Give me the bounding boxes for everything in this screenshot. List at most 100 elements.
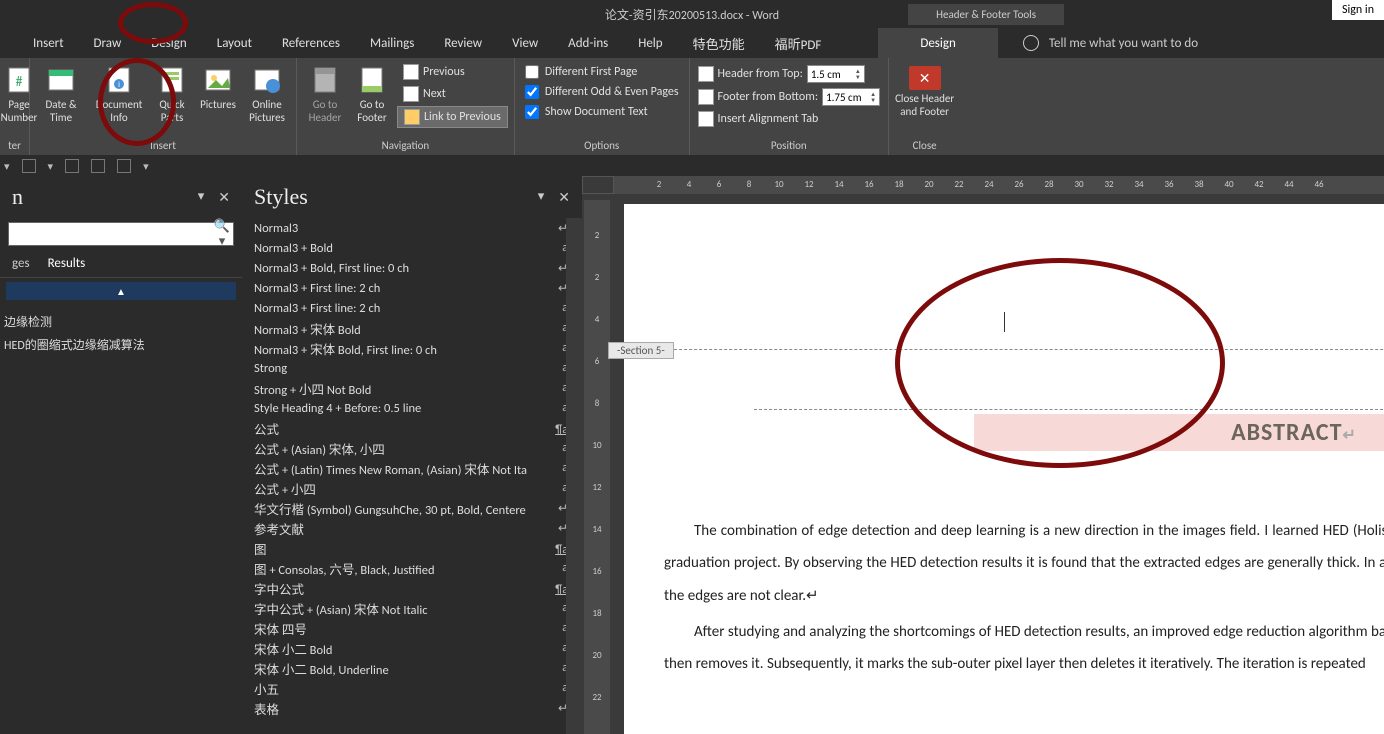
goto-footer-icon bbox=[356, 64, 388, 96]
svg-text:#: # bbox=[16, 73, 23, 90]
footer-from-bottom-label: Footer from Bottom: bbox=[718, 90, 819, 104]
goto-header-button[interactable]: Go to Header bbox=[303, 62, 347, 126]
header-area[interactable]: -Section 5- bbox=[624, 204, 1384, 354]
tab-draw[interactable]: Draw bbox=[79, 28, 137, 58]
nav-tab-pages[interactable]: ges bbox=[12, 256, 30, 271]
previous-button[interactable]: Previous bbox=[397, 62, 508, 82]
tab-mailings[interactable]: Mailings bbox=[355, 28, 429, 58]
previous-icon bbox=[403, 64, 419, 80]
body-paragraph[interactable]: The combination of edge detection and de… bbox=[664, 515, 1384, 612]
tab-layout[interactable]: Layout bbox=[202, 28, 267, 58]
tab-insert[interactable]: Insert bbox=[18, 28, 79, 58]
calendar-icon bbox=[45, 64, 77, 96]
style-item[interactable]: 字中公式¶a bbox=[242, 578, 582, 598]
style-item[interactable]: 图 + Consolas, 六号, Black, Justifieda bbox=[242, 558, 582, 578]
pictures-icon bbox=[202, 64, 234, 96]
quick-parts-button[interactable]: Quick Parts bbox=[152, 62, 192, 126]
styles-pane: Styles ▾✕ Normal3↵Normal3 + BoldaNormal3… bbox=[242, 176, 582, 734]
tab-help[interactable]: Help bbox=[623, 28, 677, 58]
style-item[interactable]: 表格↵ bbox=[242, 698, 582, 718]
tab-foxit-pdf[interactable]: 福昕PDF bbox=[760, 28, 837, 58]
next-button[interactable]: Next bbox=[397, 84, 508, 104]
header-from-top-input[interactable]: 1.5 cm▲▼ bbox=[807, 65, 865, 83]
document-info-icon: i bbox=[103, 64, 135, 96]
nav-heading-item[interactable]: HED的圈缩式边缘缩减算法 bbox=[4, 333, 238, 356]
abstract-heading[interactable]: ABSTRACT bbox=[1231, 418, 1342, 447]
horizontal-ruler[interactable]: 2468101214161820222426283032343638404244… bbox=[614, 176, 1384, 194]
date-time-button[interactable]: Date & Time bbox=[36, 62, 86, 126]
document-area[interactable]: 2468101214161820222426283032343638404244… bbox=[582, 176, 1384, 734]
styles-scrollbar[interactable] bbox=[566, 218, 582, 734]
nav-search-input[interactable]: 🔍▾ bbox=[8, 222, 234, 246]
nav-tab-results[interactable]: Results bbox=[48, 256, 86, 271]
section-indicator: -Section 5- bbox=[608, 342, 674, 359]
tab-addins[interactable]: Add-ins bbox=[553, 28, 623, 58]
style-item[interactable]: 宋体 小二 Bolda bbox=[242, 638, 582, 658]
misc-icon-2[interactable] bbox=[91, 159, 105, 173]
document-page[interactable]: -Section 5- ABSTRACT↵ The combination of… bbox=[624, 204, 1384, 734]
nav-collapse-toggle[interactable]: ▲ bbox=[6, 282, 236, 300]
search-icon[interactable]: 🔍▾ bbox=[211, 219, 233, 249]
styles-pane-options[interactable]: ▾ bbox=[538, 189, 545, 206]
different-first-page-checkbox[interactable]: Different First Page bbox=[521, 64, 683, 80]
style-item[interactable]: Normal3 + 宋体 Bolda bbox=[242, 318, 582, 338]
list-icon[interactable] bbox=[22, 159, 36, 173]
nav-pane-close[interactable]: ✕ bbox=[218, 189, 230, 206]
misc-icon-3[interactable] bbox=[117, 159, 131, 173]
online-pictures-button[interactable]: Online Pictures bbox=[244, 62, 290, 126]
style-item[interactable]: 公式 + (Asian) 宋体, 小四a bbox=[242, 438, 582, 458]
link-to-previous-button[interactable]: Link to Previous bbox=[397, 106, 508, 128]
show-document-text-checkbox[interactable]: Show Document Text bbox=[521, 104, 683, 120]
close-icon: ✕ bbox=[909, 66, 941, 90]
style-item[interactable]: 公式 + 小四a bbox=[242, 478, 582, 498]
tab-special[interactable]: 特色功能 bbox=[678, 28, 760, 58]
goto-footer-button[interactable]: Go to Footer bbox=[351, 62, 393, 126]
tab-header-footer-design[interactable]: Design bbox=[878, 28, 997, 58]
pictures-button[interactable]: Pictures bbox=[196, 62, 240, 113]
goto-header-icon bbox=[309, 64, 341, 96]
different-odd-even-checkbox[interactable]: Different Odd & Even Pages bbox=[521, 84, 683, 100]
header-from-top-label: Header from Top: bbox=[718, 67, 803, 81]
close-header-footer-button[interactable]: ✕ Close Header and Footer bbox=[895, 62, 954, 118]
style-item[interactable]: Normal3 + Bolda bbox=[242, 238, 582, 258]
style-item[interactable]: Normal3 + First line: 2 cha bbox=[242, 298, 582, 318]
tab-view[interactable]: View bbox=[497, 28, 553, 58]
page-number-button[interactable]: # Page Number bbox=[6, 62, 32, 126]
window-title: 论文-资引东20200513.docx - Word bbox=[605, 6, 779, 23]
tell-me-label: Tell me what you want to do bbox=[1049, 36, 1198, 51]
style-item[interactable]: Style Heading 4 + Before: 0.5 linea bbox=[242, 398, 582, 418]
nav-search-field[interactable] bbox=[9, 227, 211, 241]
nav-heading-item[interactable]: 边缘检测 bbox=[4, 310, 238, 333]
style-item[interactable]: 小五a bbox=[242, 678, 582, 698]
style-item[interactable]: 宋体 四号a bbox=[242, 618, 582, 638]
group-close-label: Close bbox=[895, 137, 954, 155]
style-item[interactable]: 公式¶a bbox=[242, 418, 582, 438]
style-item[interactable]: 宋体 小二 Bold, Underlinea bbox=[242, 658, 582, 678]
document-info-button[interactable]: i Document Info bbox=[90, 62, 148, 126]
group-navigation-label: Navigation bbox=[303, 137, 508, 155]
style-item[interactable]: Normal3 + Bold, First line: 0 ch↵ bbox=[242, 258, 582, 278]
style-item[interactable]: 参考文献↵ bbox=[242, 518, 582, 538]
tell-me-search[interactable]: Tell me what you want to do bbox=[1023, 28, 1198, 58]
style-item[interactable]: Normal3 + First line: 2 ch↵ bbox=[242, 278, 582, 298]
style-item[interactable]: Normal3↵ bbox=[242, 218, 582, 238]
style-item[interactable]: 华文行楷 (Symbol) GungsuhChe, 30 pt, Bold, C… bbox=[242, 498, 582, 518]
style-item[interactable]: Normal3 + 宋体 Bold, First line: 0 cha bbox=[242, 338, 582, 358]
insert-alignment-tab-button[interactable]: Insert Alignment Tab bbox=[696, 110, 883, 128]
nav-pane-options[interactable]: ▾ bbox=[198, 189, 205, 206]
styles-pane-close[interactable]: ✕ bbox=[558, 189, 570, 206]
style-item[interactable]: 图¶a bbox=[242, 538, 582, 558]
style-item[interactable]: Strong + 小四 Not Bolda bbox=[242, 378, 582, 398]
tab-design[interactable]: Design bbox=[136, 28, 201, 58]
vertical-ruler[interactable]: 2246810121416182022 bbox=[584, 200, 610, 734]
style-item[interactable]: Stronga bbox=[242, 358, 582, 378]
style-item[interactable]: 字中公式 + (Asian) 宋体 Not Italica bbox=[242, 598, 582, 618]
group-insert-label: Insert bbox=[36, 137, 290, 155]
body-paragraph[interactable]: After studying and analyzing the shortco… bbox=[664, 616, 1384, 681]
tab-review[interactable]: Review bbox=[429, 28, 497, 58]
footer-from-bottom-input[interactable]: 1.75 cm▲▼ bbox=[822, 88, 880, 106]
style-item[interactable]: 公式 + (Latin) Times New Roman, (Asian) 宋体… bbox=[242, 458, 582, 478]
sign-in-button[interactable]: Sign in bbox=[1332, 0, 1384, 20]
misc-icon-1[interactable] bbox=[65, 159, 79, 173]
tab-references[interactable]: References bbox=[267, 28, 355, 58]
